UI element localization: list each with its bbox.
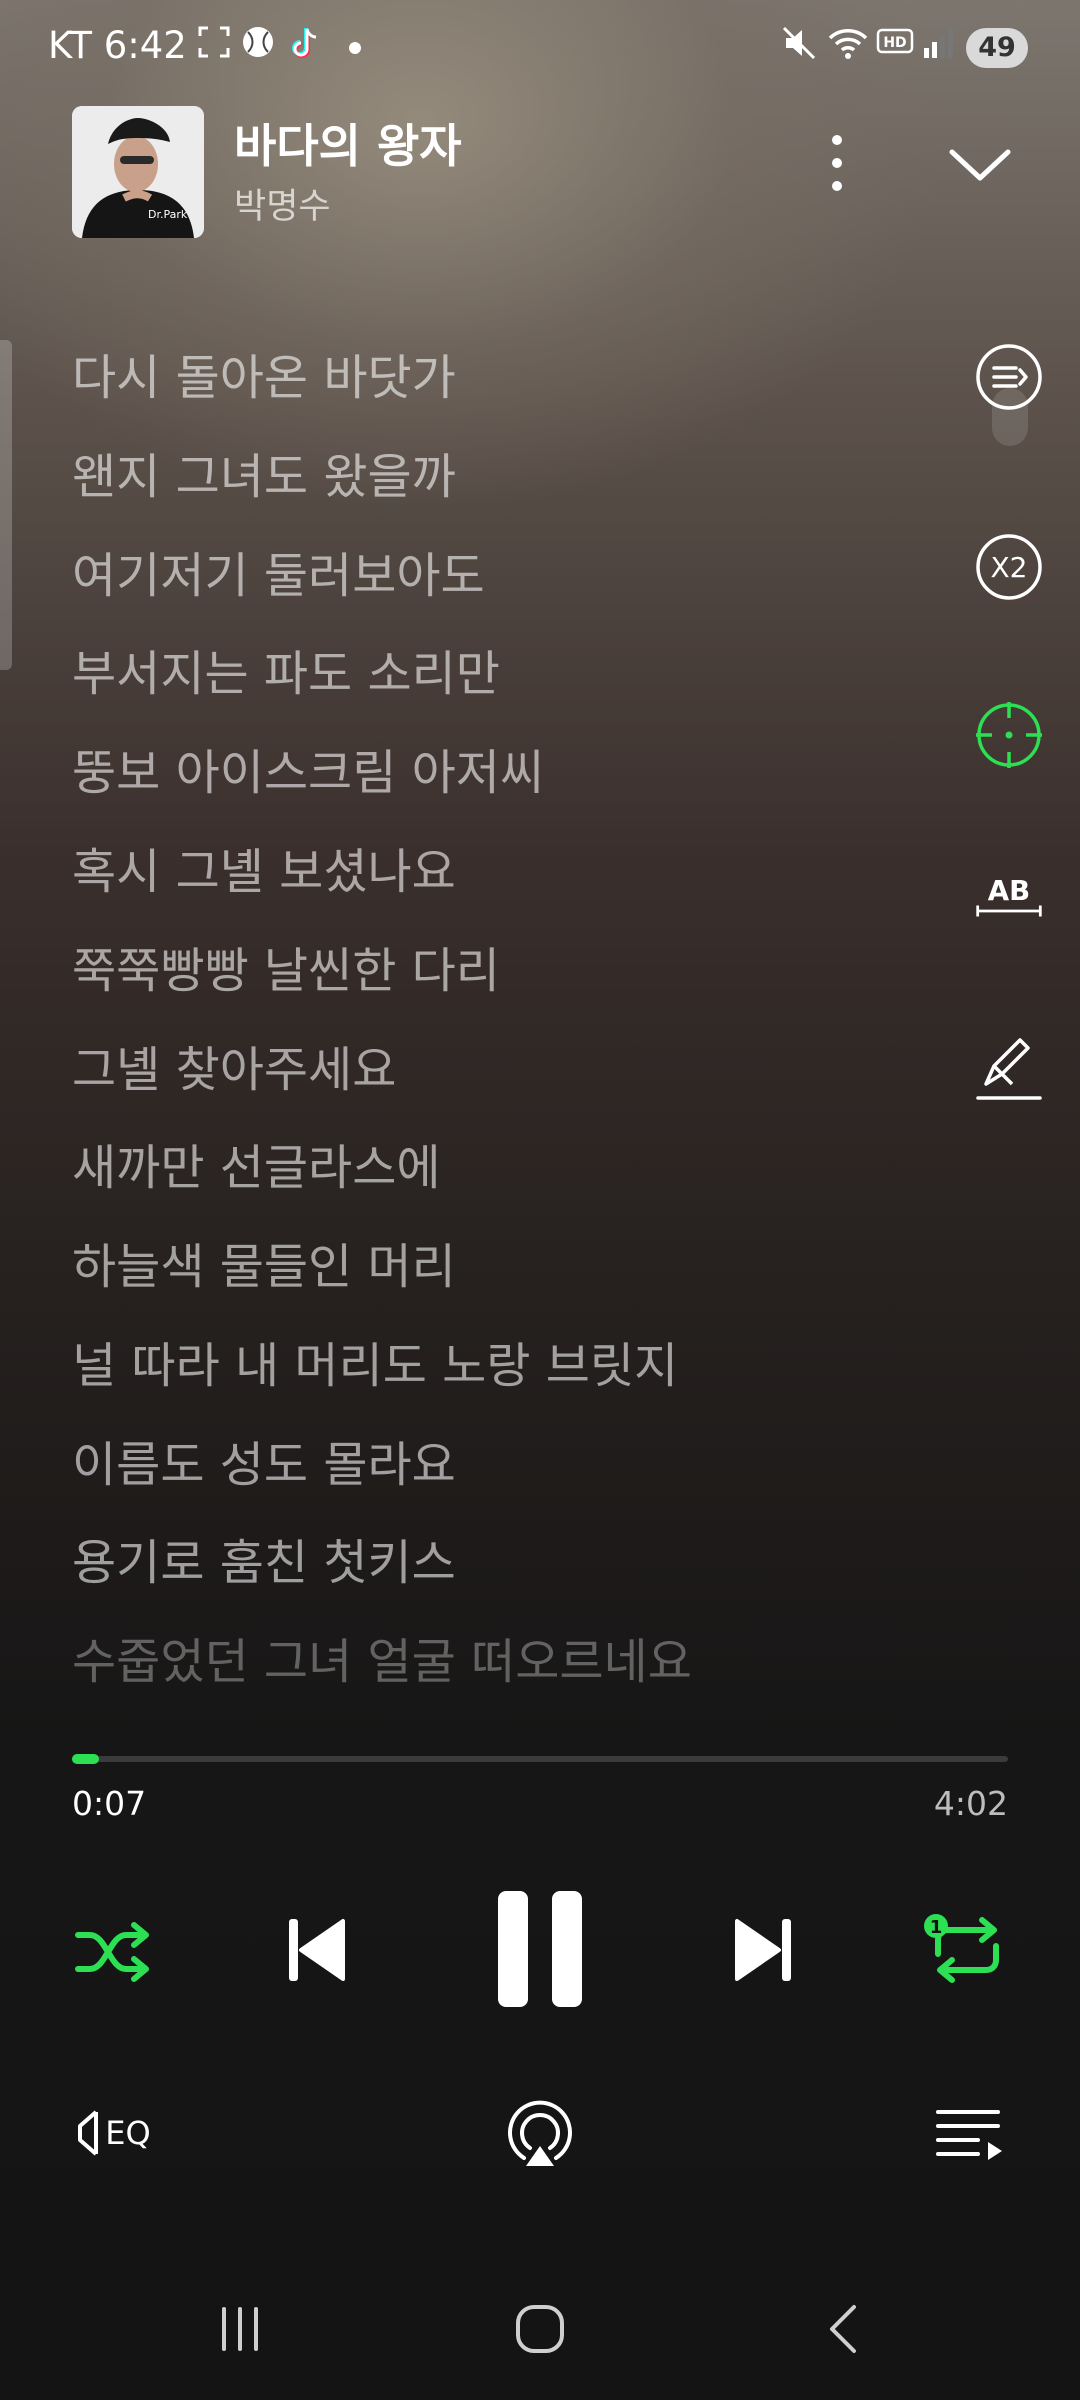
artist-name[interactable]: 박명수 (234, 178, 331, 229)
svg-text:HD: HD (883, 35, 906, 51)
more-vertical-icon (832, 135, 842, 191)
current-time: 0:07 (72, 1784, 147, 1823)
lyric-line[interactable]: 용기로 훔친 첫키스 (72, 1523, 456, 1593)
lyric-line[interactable]: 여기저기 둘러보아도 (72, 536, 485, 606)
collapse-button[interactable] (942, 140, 1018, 190)
recent-apps-button[interactable] (200, 2294, 280, 2364)
skip-previous-icon (289, 1919, 345, 1981)
lyric-line[interactable]: 쭉쭉빵빵 날씬한 다리 (72, 931, 500, 1001)
lyrics-list-icon (976, 344, 1042, 410)
lyric-line[interactable]: 이름도 성도 몰라요 (72, 1425, 456, 1495)
equalizer-button[interactable]: EQ (72, 2098, 162, 2168)
airplay-icon (508, 2100, 572, 2166)
pause-button[interactable] (490, 1886, 590, 2012)
highlight-button[interactable] (974, 1036, 1044, 1106)
back-icon (830, 2305, 856, 2353)
back-button[interactable] (806, 2294, 886, 2364)
speed-label: X2 (991, 551, 1028, 584)
translate-button[interactable]: AB (974, 864, 1044, 934)
lyric-line[interactable]: 왠지 그녀도 왔을까 (72, 437, 456, 507)
ball-icon (240, 24, 276, 64)
highlighter-icon (976, 1038, 1042, 1100)
lyrics-view-button[interactable] (974, 342, 1044, 412)
signal-icon (922, 24, 958, 66)
lyric-line[interactable]: 혹시 그녤 보셨나요 (72, 832, 456, 902)
lyric-line[interactable]: 부서지는 파도 소리만 (72, 634, 500, 704)
hd-icon: HD (876, 24, 914, 66)
chevron-down-icon (949, 149, 1011, 181)
battery-icon: 49 (966, 28, 1028, 68)
lyric-line[interactable]: 그녤 찾아주세요 (72, 1030, 396, 1100)
song-title: 바다의 왕자 (234, 119, 462, 173)
repeat-one-button[interactable]: 1 (920, 1904, 1008, 1994)
lyric-line[interactable]: 다시 돌아온 바닷가 (72, 338, 456, 408)
album-art[interactable]: Dr.Park (72, 106, 204, 238)
cast-button[interactable] (502, 2094, 578, 2174)
repeat-badge: 1 (930, 1917, 943, 1938)
lyric-line[interactable]: 널 따라 내 머리도 노랑 브릿지 (72, 1326, 678, 1396)
progress-track[interactable] (72, 1756, 1008, 1762)
queue-icon (936, 2110, 1002, 2160)
lyric-line[interactable]: 하늘색 물들인 머리 (72, 1227, 456, 1297)
crosshair-icon (976, 702, 1042, 768)
wifi-icon (826, 24, 870, 66)
status-time: KT 6:42 (48, 24, 187, 67)
skip-next-icon (735, 1919, 791, 1981)
next-button[interactable] (730, 1910, 800, 1990)
speed-button[interactable]: X2 (974, 532, 1044, 602)
dot-icon (348, 40, 362, 59)
playlist-button[interactable] (930, 2098, 1008, 2168)
repeat-one-icon: 1 (924, 1914, 999, 1983)
status-bar: KT 6:42 HD 49 (0, 0, 1080, 96)
progress-fill[interactable] (72, 1754, 100, 1764)
album-shirt-text: Dr.Park (148, 208, 188, 221)
pause-icon (498, 1891, 582, 2007)
lyric-line[interactable]: 새까만 선글라스에 (72, 1128, 441, 1198)
eq-label: EQ (105, 2114, 150, 2152)
sync-position-button[interactable] (974, 700, 1044, 770)
home-button[interactable] (500, 2294, 580, 2364)
translate-label: AB (988, 874, 1030, 907)
shuffle-button[interactable] (72, 1912, 152, 1992)
tiktok-icon (286, 24, 322, 64)
home-icon (516, 2305, 564, 2353)
shuffle-icon (75, 1922, 149, 1982)
recents-icon (222, 2307, 258, 2351)
mute-icon (780, 24, 818, 66)
lyric-line[interactable]: 뚱보 아이스크림 아저씨 (72, 733, 544, 803)
total-time: 4:02 (933, 1784, 1008, 1823)
lyric-line[interactable]: 수줍었던 그녀 얼굴 떠오르네요 (72, 1622, 692, 1692)
lyrics-scroll-handle[interactable] (0, 340, 12, 670)
screen-record-icon (196, 24, 232, 64)
speaker-icon (78, 2110, 98, 2156)
previous-button[interactable] (280, 1910, 350, 1990)
more-options-button[interactable] (812, 130, 862, 196)
